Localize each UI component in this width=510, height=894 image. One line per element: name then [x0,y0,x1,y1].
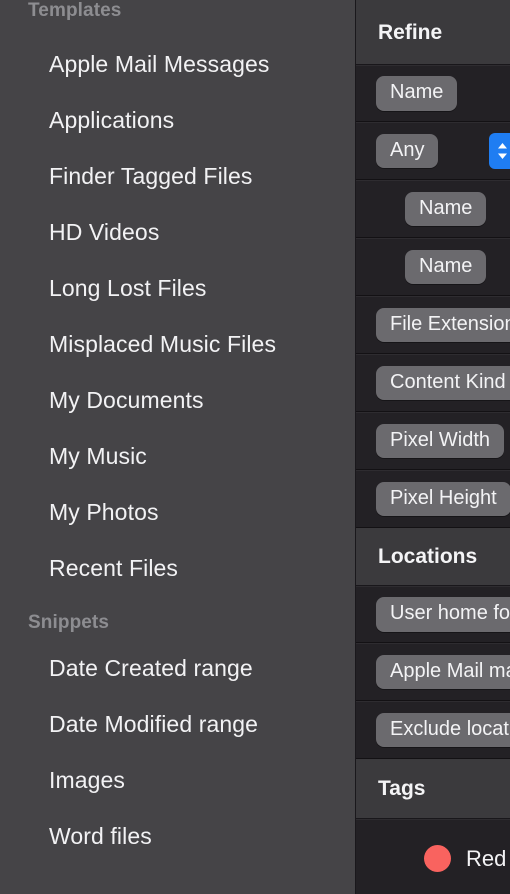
criteria-row-file-extension[interactable]: File Extension [356,296,510,354]
location-pill[interactable]: User home folder [376,597,510,632]
sidebar-item-label: HD Videos [49,218,160,245]
tag-row-red[interactable]: Red [356,819,510,894]
sidebar-item-images[interactable]: Images [0,752,355,808]
criteria-row-pixel-height[interactable]: Pixel Height [356,470,510,528]
sidebar-item-recent-files[interactable]: Recent Files [0,540,355,596]
criteria-row-name-nested-1[interactable]: Name [356,180,510,238]
sidebar-item-label: Date Modified range [49,710,259,737]
location-pill[interactable]: Exclude location [376,712,510,748]
tag-color-dot-icon [424,845,451,872]
sidebar-item-label: Applications [49,106,175,133]
location-pill[interactable]: Apple Mail mailboxes [376,654,510,690]
section-title: Refine [378,20,443,44]
sidebar-item-date-created-range[interactable]: Date Created range [0,640,355,696]
sidebar-item-applications[interactable]: Applications [0,92,355,148]
sidebar-item-label: Misplaced Music Files [49,330,277,357]
sidebar-item-label: My Music [49,442,147,469]
criteria-row-exclude-location[interactable]: Exclude location [356,701,510,759]
criteria-row-apple-mail-mailboxes[interactable]: Apple Mail mailboxes [356,643,510,701]
sidebar-item-hd-videos[interactable]: HD Videos [0,204,355,260]
sidebar-item-label: My Photos [49,498,159,525]
sidebar-item-label: Finder Tagged Files [49,162,253,189]
sidebar-item-label: Date Created range [49,654,253,681]
sidebar-item-my-documents[interactable]: My Documents [0,372,355,428]
sidebar-item-date-modified-range[interactable]: Date Modified range [0,696,355,752]
sidebar-item-label: Recent Files [49,554,179,581]
sidebar-item-word-files[interactable]: Word files [0,808,355,864]
sidebar-group-title: Templates [28,0,122,21]
sidebar-item-misplaced-music-files[interactable]: Misplaced Music Files [0,316,355,372]
section-header-refine: Refine [356,0,510,65]
sidebar-item-label: Apple Mail Messages [49,50,270,77]
sidebar-item-label: My Documents [49,386,204,413]
sidebar-group-title: Snippets [28,612,110,633]
section-header-tags: Tags [356,759,510,819]
criteria-row-name[interactable]: Name [356,65,510,122]
criteria-attribute-pill[interactable]: File Extension [376,307,510,343]
criteria-row-name-nested-2[interactable]: Name [356,238,510,296]
criteria-attribute-pill[interactable]: Name [405,249,487,285]
criteria-row-any[interactable]: Any [356,122,510,180]
sidebar-group-header-snippets: Snippets [0,596,355,640]
sidebar-item-long-lost-files[interactable]: Long Lost Files [0,260,355,316]
sidebar-item-apple-mail-messages[interactable]: Apple Mail Messages [0,36,355,92]
tag-label: Red [466,845,507,871]
criteria-row-pixel-width[interactable]: Pixel Width [356,412,510,470]
finder-search-editor-window: Templates Apple Mail Messages Applicatio… [0,0,510,894]
templates-snippets-sidebar: Templates Apple Mail Messages Applicatio… [0,0,355,894]
sidebar-item-label: Images [49,766,126,793]
sidebar-item-my-photos[interactable]: My Photos [0,484,355,540]
criteria-row-user-home-folder[interactable]: User home folder [356,586,510,643]
section-header-locations: Locations [356,528,510,586]
sidebar-item-my-music[interactable]: My Music [0,428,355,484]
criteria-boolean-pill[interactable]: Any [376,133,439,169]
section-title: Tags [378,777,426,800]
sidebar-item-label: Word files [49,822,152,849]
search-criteria-panel: Refine Name Any Name Name File Extension… [355,0,510,894]
criteria-attribute-pill[interactable]: Content Kind [376,365,510,401]
criteria-attribute-pill[interactable]: Pixel Width [376,423,505,459]
sidebar-item-label: Long Lost Files [49,274,207,301]
criteria-attribute-pill[interactable]: Pixel Height [376,481,510,517]
criteria-attribute-pill[interactable]: Name [376,76,458,111]
chevron-up-down-icon[interactable] [489,133,510,169]
criteria-attribute-pill[interactable]: Name [405,191,487,227]
sidebar-item-finder-tagged-files[interactable]: Finder Tagged Files [0,148,355,204]
sidebar-group-header-templates: Templates [0,0,355,36]
section-title: Locations [378,545,478,568]
criteria-row-content-kind[interactable]: Content Kind [356,354,510,412]
